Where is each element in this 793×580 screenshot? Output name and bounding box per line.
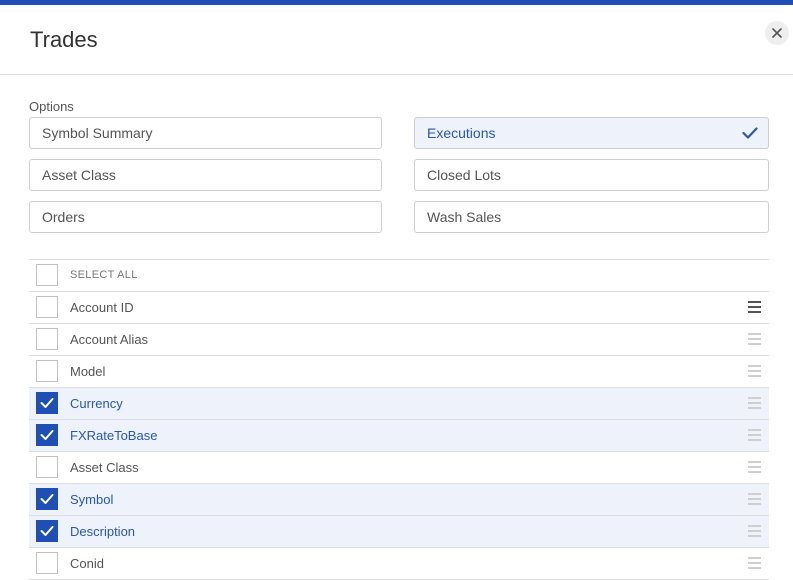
- checkbox[interactable]: [36, 520, 58, 542]
- drag-handle-icon[interactable]: [748, 557, 761, 569]
- drag-handle-icon[interactable]: [748, 429, 761, 441]
- checkbox[interactable]: [36, 488, 58, 510]
- field-label: FXRateToBase: [70, 428, 158, 443]
- option-label: Asset Class: [42, 167, 116, 183]
- field-row-account-id[interactable]: Account ID: [29, 292, 769, 324]
- checkbox[interactable]: [36, 328, 58, 350]
- option-label: Executions: [427, 125, 496, 141]
- field-label: Symbol: [70, 492, 114, 507]
- options-label: Options: [29, 99, 74, 114]
- field-row-account-alias[interactable]: Account Alias: [29, 324, 769, 356]
- select-all-checkbox[interactable]: [36, 264, 58, 286]
- drag-handle-icon[interactable]: [748, 333, 761, 345]
- field-label: Account Alias: [70, 332, 149, 347]
- checkbox[interactable]: [36, 424, 58, 446]
- field-label: Conid: [70, 556, 104, 571]
- option-label: Symbol Summary: [42, 125, 153, 141]
- checkbox[interactable]: [36, 360, 58, 382]
- field-label: Account ID: [70, 300, 134, 315]
- option-executions[interactable]: Executions: [414, 117, 769, 149]
- checkmark-icon: [40, 526, 54, 536]
- option-closed-lots[interactable]: Closed Lots: [414, 159, 769, 191]
- checkbox[interactable]: [36, 552, 58, 574]
- option-label: Closed Lots: [427, 167, 501, 183]
- checkmark-icon: [40, 398, 54, 408]
- option-wash-sales[interactable]: Wash Sales: [414, 201, 769, 233]
- drag-handle-icon[interactable]: [748, 397, 761, 409]
- dialog-title: Trades: [30, 27, 98, 52]
- field-row-conid[interactable]: Conid: [29, 548, 769, 580]
- checkmark-icon: [40, 494, 54, 504]
- field-label: Asset Class: [70, 460, 139, 475]
- select-all-label: SELECT ALL: [70, 269, 138, 281]
- select-all-row[interactable]: SELECT ALL: [29, 260, 769, 292]
- field-row-fxratetobase[interactable]: FXRateToBase: [29, 420, 769, 452]
- close-icon: [772, 28, 782, 38]
- dialog-header: Trades: [0, 5, 793, 75]
- option-label: Orders: [42, 209, 85, 225]
- close-button[interactable]: [765, 21, 789, 45]
- drag-handle-icon[interactable]: [748, 493, 761, 505]
- field-row-model[interactable]: Model: [29, 356, 769, 388]
- checkbox[interactable]: [36, 456, 58, 478]
- checkbox[interactable]: [36, 296, 58, 318]
- field-label: Description: [70, 524, 136, 539]
- drag-handle-icon[interactable]: [748, 301, 761, 313]
- checkmark-icon: [40, 430, 54, 440]
- checkbox[interactable]: [36, 392, 58, 414]
- field-label: Model: [70, 364, 106, 379]
- field-label: Currency: [70, 396, 123, 411]
- field-row-currency[interactable]: Currency: [29, 388, 769, 420]
- field-row-symbol[interactable]: Symbol: [29, 484, 769, 516]
- drag-handle-icon[interactable]: [748, 365, 761, 377]
- drag-handle-icon[interactable]: [748, 525, 761, 537]
- option-asset-class[interactable]: Asset Class: [29, 159, 382, 191]
- checkmark-icon: [742, 127, 758, 139]
- drag-handle-icon[interactable]: [748, 461, 761, 473]
- field-row-asset-class[interactable]: Asset Class: [29, 452, 769, 484]
- field-list: SELECT ALL Account ID Account Alias Mode…: [29, 259, 769, 580]
- option-symbol-summary[interactable]: Symbol Summary: [29, 117, 382, 149]
- option-label: Wash Sales: [427, 209, 502, 225]
- field-row-description[interactable]: Description: [29, 516, 769, 548]
- option-orders[interactable]: Orders: [29, 201, 382, 233]
